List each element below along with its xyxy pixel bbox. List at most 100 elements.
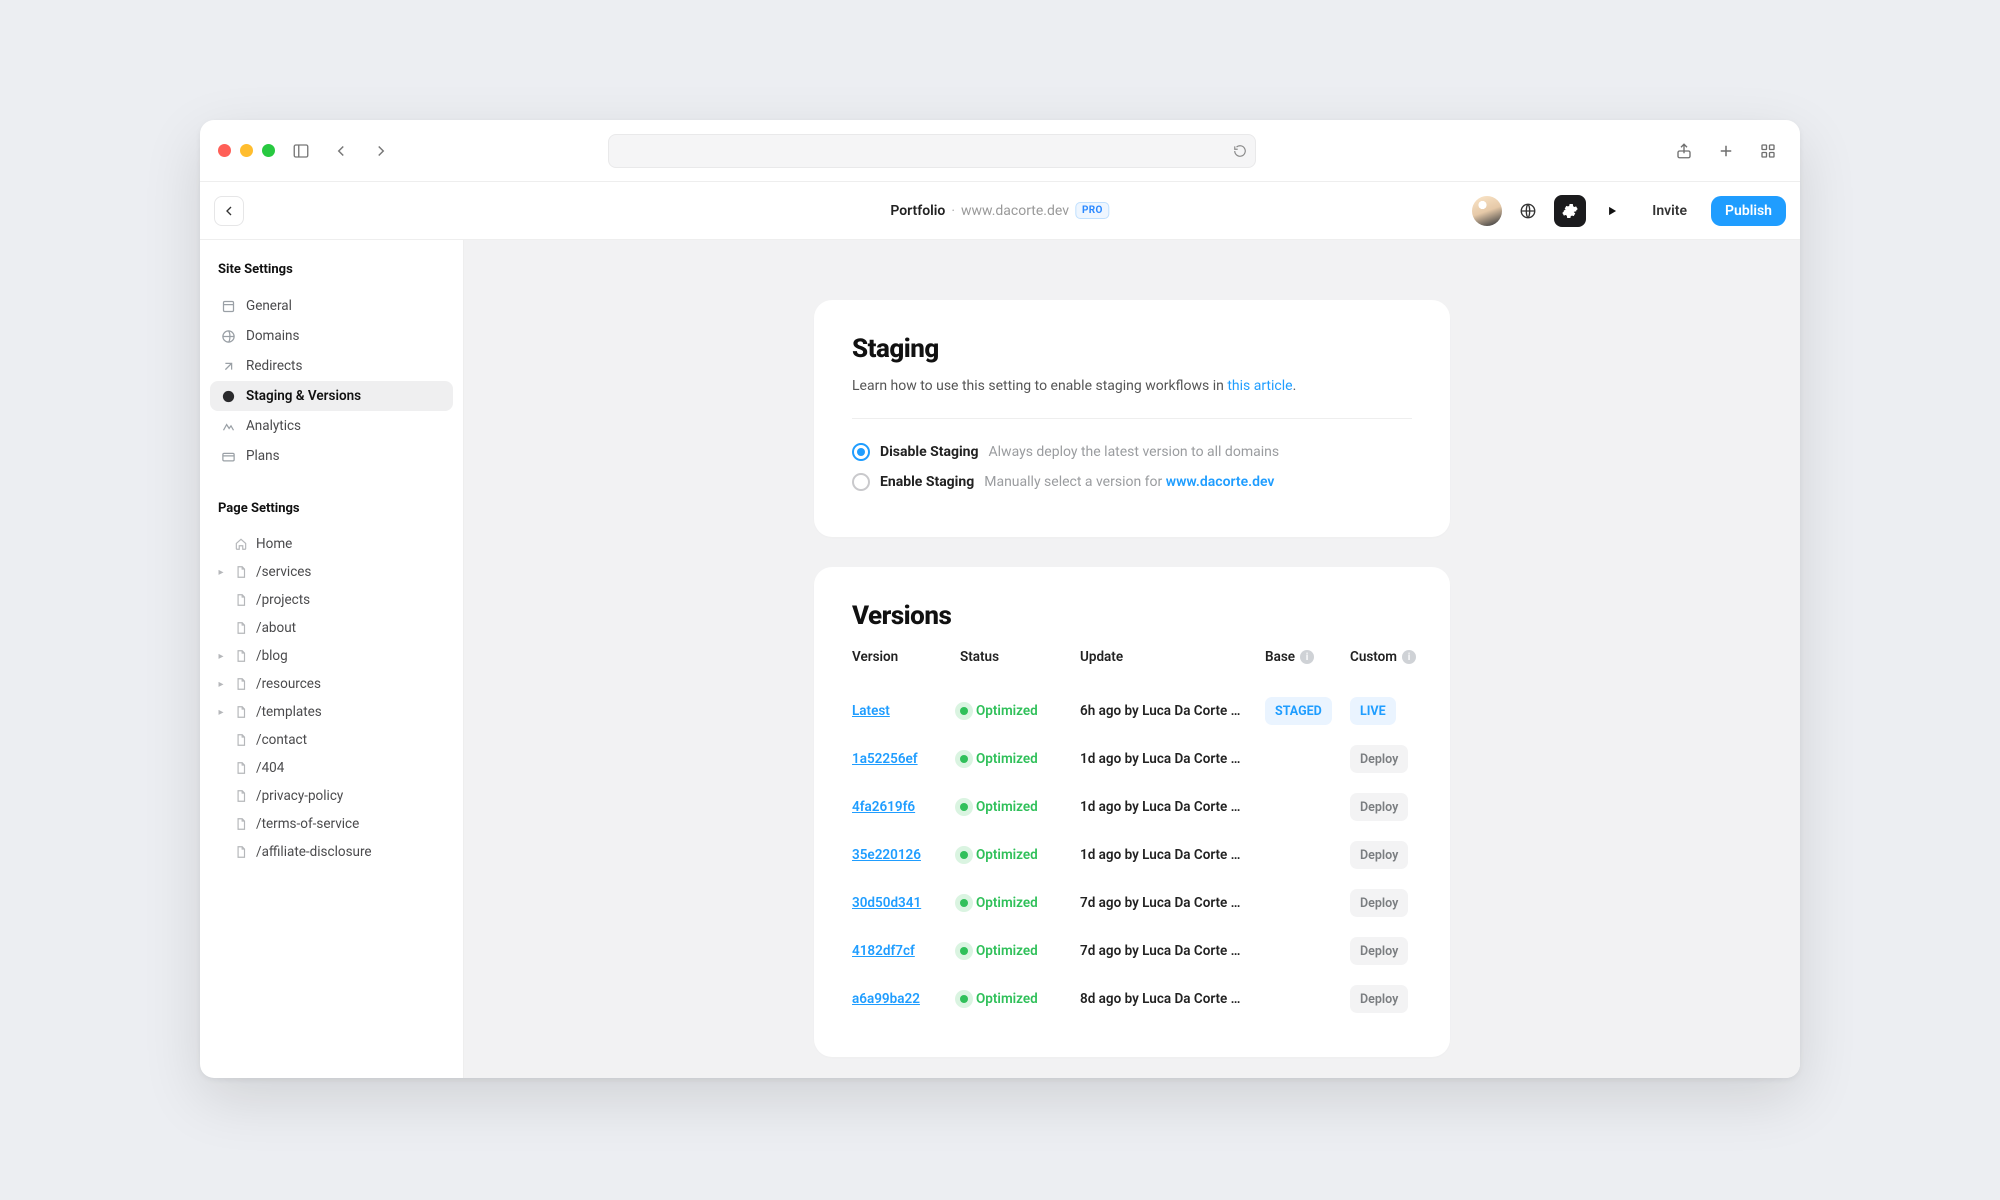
staging-description: Learn how to use this setting to enable … [852, 378, 1412, 394]
version-link[interactable]: 35e220126 [852, 847, 921, 863]
file-icon [234, 593, 248, 607]
update-text: 6h ago by Luca Da Corte … [1080, 703, 1265, 719]
deploy-button[interactable]: Deploy [1350, 841, 1408, 869]
home-icon [234, 537, 248, 551]
info-icon[interactable]: i [1402, 650, 1416, 664]
file-icon [234, 845, 248, 859]
page-item[interactable]: ▸/about [210, 614, 453, 642]
file-icon [234, 733, 248, 747]
share-icon[interactable] [1670, 137, 1698, 165]
sidebar-item-redirects[interactable]: Redirects [210, 351, 453, 381]
page-item[interactable]: ▸/contact [210, 726, 453, 754]
staging-help-link[interactable]: this article [1227, 378, 1292, 394]
browser-window: Portfolio · www.dacorte.dev PRO Invite P… [200, 120, 1800, 1078]
col-version: Version [852, 649, 960, 665]
col-base: Basei [1265, 649, 1350, 665]
reload-icon[interactable] [1233, 144, 1247, 158]
page-item[interactable]: ▸/services [210, 558, 453, 586]
version-row: 4182df7cfOptimized7d ago by Luca Da Cort… [852, 927, 1412, 975]
minimize-icon[interactable] [240, 144, 253, 157]
page-item[interactable]: ▸/404 [210, 754, 453, 782]
deploy-button[interactable]: Deploy [1350, 793, 1408, 821]
file-icon [234, 565, 248, 579]
file-icon [234, 649, 248, 663]
staged-badge: STAGED [1265, 697, 1332, 725]
new-tab-icon[interactable] [1712, 137, 1740, 165]
nav-icon [220, 298, 236, 314]
main-content: Staging Learn how to use this setting to… [464, 240, 1800, 1078]
deploy-button[interactable]: Deploy [1350, 745, 1408, 773]
sidebar-item-staging-versions[interactable]: Staging & Versions [210, 381, 453, 411]
versions-header-row: Version Status Update Basei Customi [852, 649, 1412, 665]
radio-icon [852, 443, 870, 461]
nav-icon [220, 388, 236, 404]
file-icon [234, 761, 248, 775]
versions-card: Versions Version Status Update Basei Cus… [814, 567, 1450, 1057]
status-badge: Optimized [960, 847, 1080, 863]
staging-title: Staging [852, 334, 1412, 364]
chevron-right-icon: ▸ [216, 707, 226, 718]
nav-forward-icon[interactable] [367, 137, 395, 165]
sidebar-item-plans[interactable]: Plans [210, 441, 453, 471]
file-icon [234, 817, 248, 831]
live-badge: LIVE [1350, 697, 1396, 725]
deploy-button[interactable]: Deploy [1350, 889, 1408, 917]
version-link[interactable]: Latest [852, 703, 890, 719]
page-item[interactable]: ▸/terms-of-service [210, 810, 453, 838]
staging-card: Staging Learn how to use this setting to… [814, 300, 1450, 537]
version-link[interactable]: 4182df7cf [852, 943, 915, 959]
play-button[interactable] [1596, 195, 1628, 227]
invite-button[interactable]: Invite [1638, 196, 1701, 226]
address-bar[interactable] [608, 134, 1256, 168]
project-title: Portfolio [890, 203, 945, 219]
settings-button[interactable] [1554, 195, 1586, 227]
app-header: Portfolio · www.dacorte.dev PRO Invite P… [200, 182, 1800, 240]
maximize-icon[interactable] [262, 144, 275, 157]
browser-chrome [200, 120, 1800, 182]
status-badge: Optimized [960, 895, 1080, 911]
radio-enable-staging[interactable]: Enable Staging Manually select a version… [852, 473, 1412, 491]
nav-back-icon[interactable] [327, 137, 355, 165]
globe-icon[interactable] [1512, 195, 1544, 227]
page-item[interactable]: ▸/projects [210, 586, 453, 614]
sidebar-section-site: Site Settings [210, 258, 453, 287]
page-item[interactable]: ▸Home [210, 530, 453, 558]
deploy-button[interactable]: Deploy [1350, 985, 1408, 1013]
update-text: 8d ago by Luca Da Corte … [1080, 991, 1265, 1007]
staging-domain-link[interactable]: www.dacorte.dev [1166, 474, 1275, 490]
page-item[interactable]: ▸/privacy-policy [210, 782, 453, 810]
sidebar-item-analytics[interactable]: Analytics [210, 411, 453, 441]
version-link[interactable]: 1a52256ef [852, 751, 918, 767]
publish-button[interactable]: Publish [1711, 196, 1786, 226]
chevron-right-icon: ▸ [216, 567, 226, 578]
info-icon[interactable]: i [1300, 650, 1314, 664]
close-icon[interactable] [218, 144, 231, 157]
version-row: LatestOptimized6h ago by Luca Da Corte …… [852, 687, 1412, 735]
update-text: 1d ago by Luca Da Corte … [1080, 799, 1265, 815]
radio-disable-staging[interactable]: Disable Staging Always deploy the latest… [852, 443, 1412, 461]
version-link[interactable]: 30d50d341 [852, 895, 921, 911]
project-domain: www.dacorte.dev [961, 203, 1069, 219]
file-icon [234, 789, 248, 803]
breadcrumb: Portfolio · www.dacorte.dev PRO [890, 202, 1109, 219]
nav-icon [220, 358, 236, 374]
col-update: Update [1080, 649, 1265, 665]
version-link[interactable]: a6a99ba22 [852, 991, 920, 1007]
sidebar-item-general[interactable]: General [210, 291, 453, 321]
page-item[interactable]: ▸/affiliate-disclosure [210, 838, 453, 866]
sidebar-toggle-icon[interactable] [287, 137, 315, 165]
page-item[interactable]: ▸/templates [210, 698, 453, 726]
status-badge: Optimized [960, 751, 1080, 767]
nav-icon [220, 418, 236, 434]
page-item[interactable]: ▸/resources [210, 670, 453, 698]
sidebar-item-domains[interactable]: Domains [210, 321, 453, 351]
avatar[interactable] [1472, 196, 1502, 226]
app-back-button[interactable] [214, 196, 244, 226]
tab-grid-icon[interactable] [1754, 137, 1782, 165]
version-link[interactable]: 4fa2619f6 [852, 799, 915, 815]
file-icon [234, 705, 248, 719]
deploy-button[interactable]: Deploy [1350, 937, 1408, 965]
nav-icon [220, 448, 236, 464]
page-item[interactable]: ▸/blog [210, 642, 453, 670]
status-badge: Optimized [960, 943, 1080, 959]
